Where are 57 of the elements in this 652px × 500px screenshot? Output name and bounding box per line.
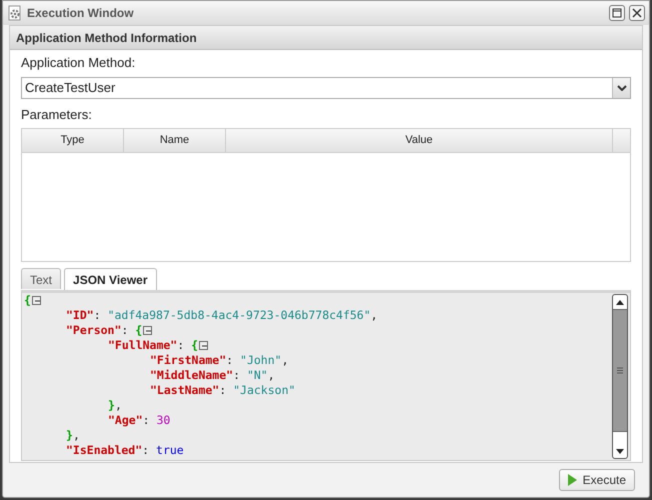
code-token: { bbox=[135, 323, 142, 338]
code-token: "ID" bbox=[66, 308, 94, 323]
tab[interactable]: Text bbox=[21, 268, 62, 289]
code-token: : bbox=[219, 383, 228, 398]
code-token: "adf4a987-5db8-4ac4-9723-046b778c4f56" bbox=[108, 308, 371, 323]
code-token: , bbox=[282, 353, 289, 368]
close-icon bbox=[632, 8, 642, 18]
code-token: "FirstName" bbox=[150, 353, 226, 368]
caret-icon bbox=[616, 84, 626, 90]
code-token: true bbox=[156, 443, 184, 458]
execute-button[interactable]: Execute bbox=[558, 469, 635, 491]
collapse-icon[interactable] bbox=[199, 341, 208, 350]
column-header[interactable]: Value bbox=[226, 129, 613, 152]
down-arrow-icon[interactable] bbox=[616, 448, 624, 454]
scrollbar[interactable] bbox=[612, 294, 628, 459]
section-header: Application Method Information bbox=[10, 26, 642, 50]
code-token: "FullName" bbox=[108, 338, 178, 353]
code-token: "Person" bbox=[66, 323, 122, 338]
code-token: : bbox=[94, 308, 102, 323]
gear-icon bbox=[7, 5, 23, 21]
column-header[interactable]: Type bbox=[22, 129, 124, 152]
code-token: "Jackson" bbox=[233, 383, 296, 398]
code-token: , bbox=[370, 308, 378, 323]
maximize-icon bbox=[612, 8, 622, 18]
window-title: Execution Window bbox=[27, 5, 135, 22]
column-header[interactable]: Name bbox=[124, 129, 226, 152]
code-token: } bbox=[108, 398, 115, 413]
code-token: } bbox=[66, 428, 73, 443]
code-token: : bbox=[177, 338, 186, 353]
code-token: , bbox=[114, 398, 122, 413]
method-dropdown[interactable]: CreateTestUser bbox=[21, 76, 631, 98]
code-token: : bbox=[121, 323, 130, 338]
code-token: "John" bbox=[240, 353, 282, 368]
code-token: , bbox=[268, 368, 275, 383]
code-token: : bbox=[233, 368, 242, 383]
code-token: "N" bbox=[246, 368, 268, 383]
code-token: : bbox=[142, 413, 151, 428]
close-button[interactable] bbox=[629, 5, 645, 21]
code-token: "IsEnabled" bbox=[66, 443, 142, 458]
code-token: : bbox=[226, 353, 234, 368]
code-token: "LastName" bbox=[150, 383, 220, 398]
collapse-icon[interactable] bbox=[143, 326, 152, 335]
field-label: Parameters: bbox=[21, 106, 93, 124]
code-token: : bbox=[142, 443, 150, 458]
scroll-thumb[interactable] bbox=[613, 309, 627, 432]
field-label: Application Method: bbox=[21, 54, 136, 72]
code-token: { bbox=[191, 338, 198, 353]
tab[interactable]: JSON Viewer bbox=[64, 268, 156, 290]
up-arrow-icon[interactable] bbox=[616, 300, 624, 304]
play-icon bbox=[568, 474, 577, 486]
collapse-icon[interactable] bbox=[32, 296, 41, 305]
maximize-button[interactable] bbox=[609, 5, 625, 21]
code-token: "Age" bbox=[108, 413, 143, 428]
code-token: { bbox=[24, 293, 31, 308]
code-token: "MiddleName" bbox=[150, 368, 234, 383]
code-token: 30 bbox=[156, 413, 170, 428]
code-token: , bbox=[72, 428, 80, 443]
